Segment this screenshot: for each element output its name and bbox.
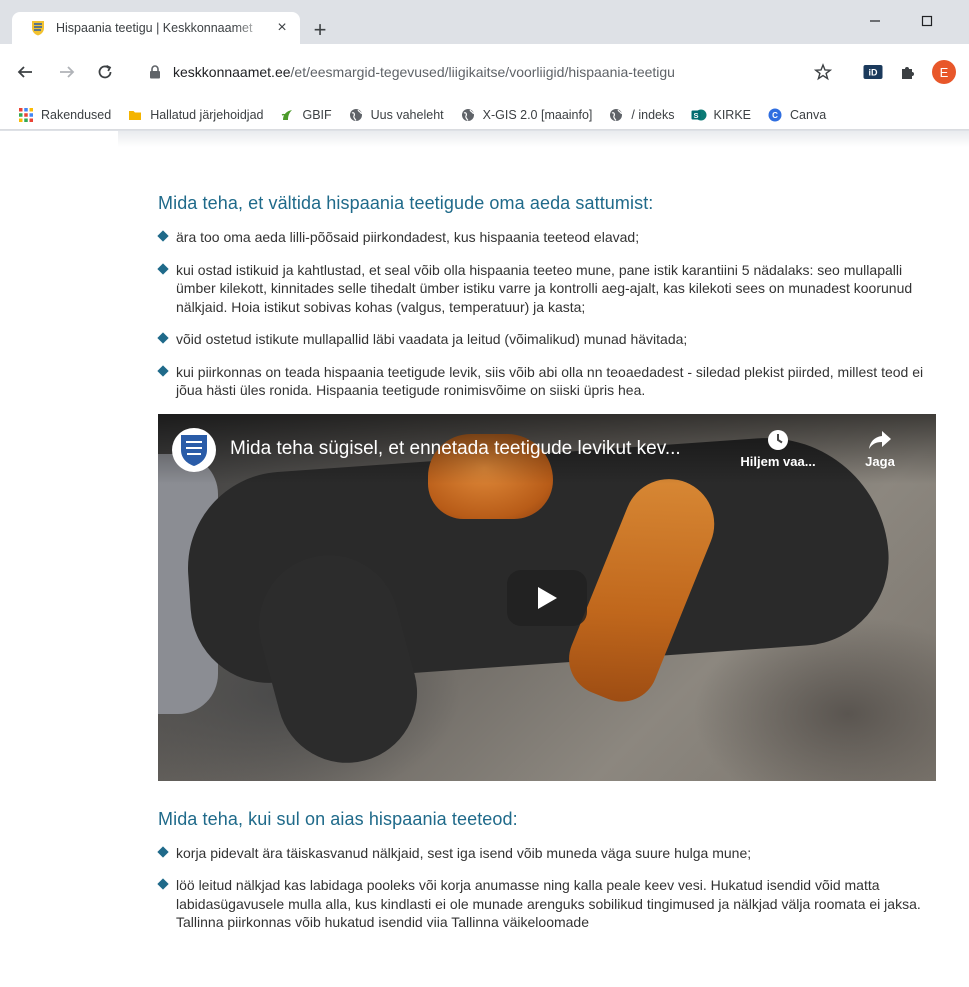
profile-avatar[interactable]: E: [929, 57, 959, 87]
svg-text:S: S: [693, 111, 698, 120]
list-item: võid ostetud istikute mullapallid läbi v…: [158, 330, 938, 349]
tab-close-icon[interactable]: ×: [272, 18, 292, 38]
list-item: löö leitud nälkjad kas labidaga pooleks …: [158, 876, 938, 932]
bookmark-kirke[interactable]: S KIRKE: [691, 107, 752, 123]
browser-toolbar: keskkonnaamet.ee/et/eesmargid-tegevused/…: [0, 44, 969, 100]
bookmark-label: Canva: [790, 107, 827, 122]
bookmark-gbif[interactable]: GBIF: [279, 107, 332, 123]
profile-initial: E: [932, 60, 956, 84]
web-page: Mida teha, et vältida hispaania teetigud…: [0, 131, 969, 987]
share-label: Jaga: [865, 453, 895, 469]
bookmark-label: KIRKE: [713, 107, 752, 122]
bookmark-canva[interactable]: C Canva: [767, 107, 826, 123]
bookmark-uus-vaheleht[interactable]: Uus vaheleht: [348, 107, 444, 123]
new-tab-button[interactable]: +: [306, 16, 334, 44]
article-content: Mida teha, et vältida hispaania teetigud…: [158, 193, 938, 946]
play-icon: [538, 586, 557, 609]
lock-icon: [147, 64, 163, 80]
tab-strip: Hispaania teetigu | Keskkonnaamet × +: [0, 0, 969, 44]
video-title[interactable]: Mida teha sügisel, et ennetada teetigude…: [230, 438, 681, 460]
list-item: kui piirkonnas on teada hispaania teetig…: [158, 363, 938, 400]
maximize-window-icon[interactable]: [912, 10, 942, 32]
play-button[interactable]: [507, 569, 587, 626]
bookmark-rakendused[interactable]: Rakendused: [18, 107, 111, 123]
bookmark-label: GBIF: [302, 107, 332, 122]
id-card-extension-icon[interactable]: iD: [858, 57, 888, 87]
share-arrow-icon: [840, 428, 920, 452]
infested-list: korja pidevalt ära täiskasvanud nälkjaid…: [158, 844, 938, 932]
share-button[interactable]: Jaga: [840, 428, 920, 469]
bookmark-hallatud[interactable]: Hallatud järjehoidjad: [127, 107, 263, 123]
folder-icon: [127, 107, 143, 123]
bookmark-indeks[interactable]: / indeks: [608, 107, 675, 123]
list-item: ära too oma aeda lilli-põõsaid piirkonda…: [158, 228, 938, 247]
back-arrow-icon[interactable]: [10, 57, 40, 87]
tab-title: Hispaania teetigu | Keskkonnaamet: [56, 21, 253, 35]
estonia-coat-of-arms-icon: [30, 20, 46, 36]
browser-tab-active[interactable]: Hispaania teetigu | Keskkonnaamet ×: [12, 12, 300, 44]
url-path: /et/eesmargid-tegevused/liigikaitse/voor…: [290, 64, 675, 80]
canva-icon: C: [767, 107, 783, 123]
extensions-puzzle-icon[interactable]: [893, 57, 923, 87]
list-item: kui ostad istikuid ja kahtlustad, et sea…: [158, 261, 938, 317]
header-shadow: [118, 131, 969, 147]
bookmarks-bar: Rakendused Hallatud järjehoidjad GBIF Uu…: [0, 100, 969, 130]
clock-icon: [738, 428, 818, 452]
minimize-window-icon[interactable]: [860, 10, 890, 32]
globe-icon: [460, 107, 476, 123]
list-item: korja pidevalt ära täiskasvanud nälkjaid…: [158, 844, 938, 863]
globe-icon: [608, 107, 624, 123]
watch-later-label: Hiljem vaa...: [740, 453, 816, 469]
prevention-list: ära too oma aeda lilli-põõsaid piirkonda…: [158, 228, 938, 400]
url-host: keskkonnaamet.ee: [173, 64, 291, 80]
gbif-icon: [279, 107, 295, 123]
url-text: keskkonnaamet.ee/et/eesmargid-tegevused/…: [173, 64, 675, 80]
section-heading-prevention: Mida teha, et vältida hispaania teetigud…: [158, 193, 654, 213]
bookmark-label: Hallatud järjehoidjad: [150, 107, 264, 122]
watch-later-button[interactable]: Hiljem vaa...: [738, 428, 818, 469]
bookmark-star-icon[interactable]: [808, 57, 838, 87]
bookmark-label: Rakendused: [41, 107, 112, 122]
section-infested: Mida teha, kui sul on aias hispaania tee…: [158, 809, 938, 932]
reload-icon[interactable]: [90, 57, 120, 87]
svg-text:C: C: [772, 111, 778, 120]
youtube-video-player[interactable]: Mida teha sügisel, et ennetada teetigude…: [158, 413, 936, 781]
forward-arrow-icon[interactable]: [52, 57, 82, 87]
bookmark-x-gis[interactable]: X-GIS 2.0 [maainfo]: [460, 107, 593, 123]
bookmark-label: Uus vaheleht: [370, 107, 444, 122]
channel-logo-icon[interactable]: [172, 427, 216, 472]
address-bar[interactable]: keskkonnaamet.ee/et/eesmargid-tegevused/…: [135, 56, 815, 88]
apps-grid-icon: [18, 107, 34, 123]
sharepoint-icon: S: [691, 107, 707, 123]
bookmark-label: X-GIS 2.0 [maainfo]: [482, 107, 593, 122]
globe-icon: [348, 107, 364, 123]
section-heading-infested: Mida teha, kui sul on aias hispaania tee…: [158, 808, 518, 829]
bookmark-label: / indeks: [631, 107, 675, 122]
svg-text:iD: iD: [869, 68, 879, 78]
